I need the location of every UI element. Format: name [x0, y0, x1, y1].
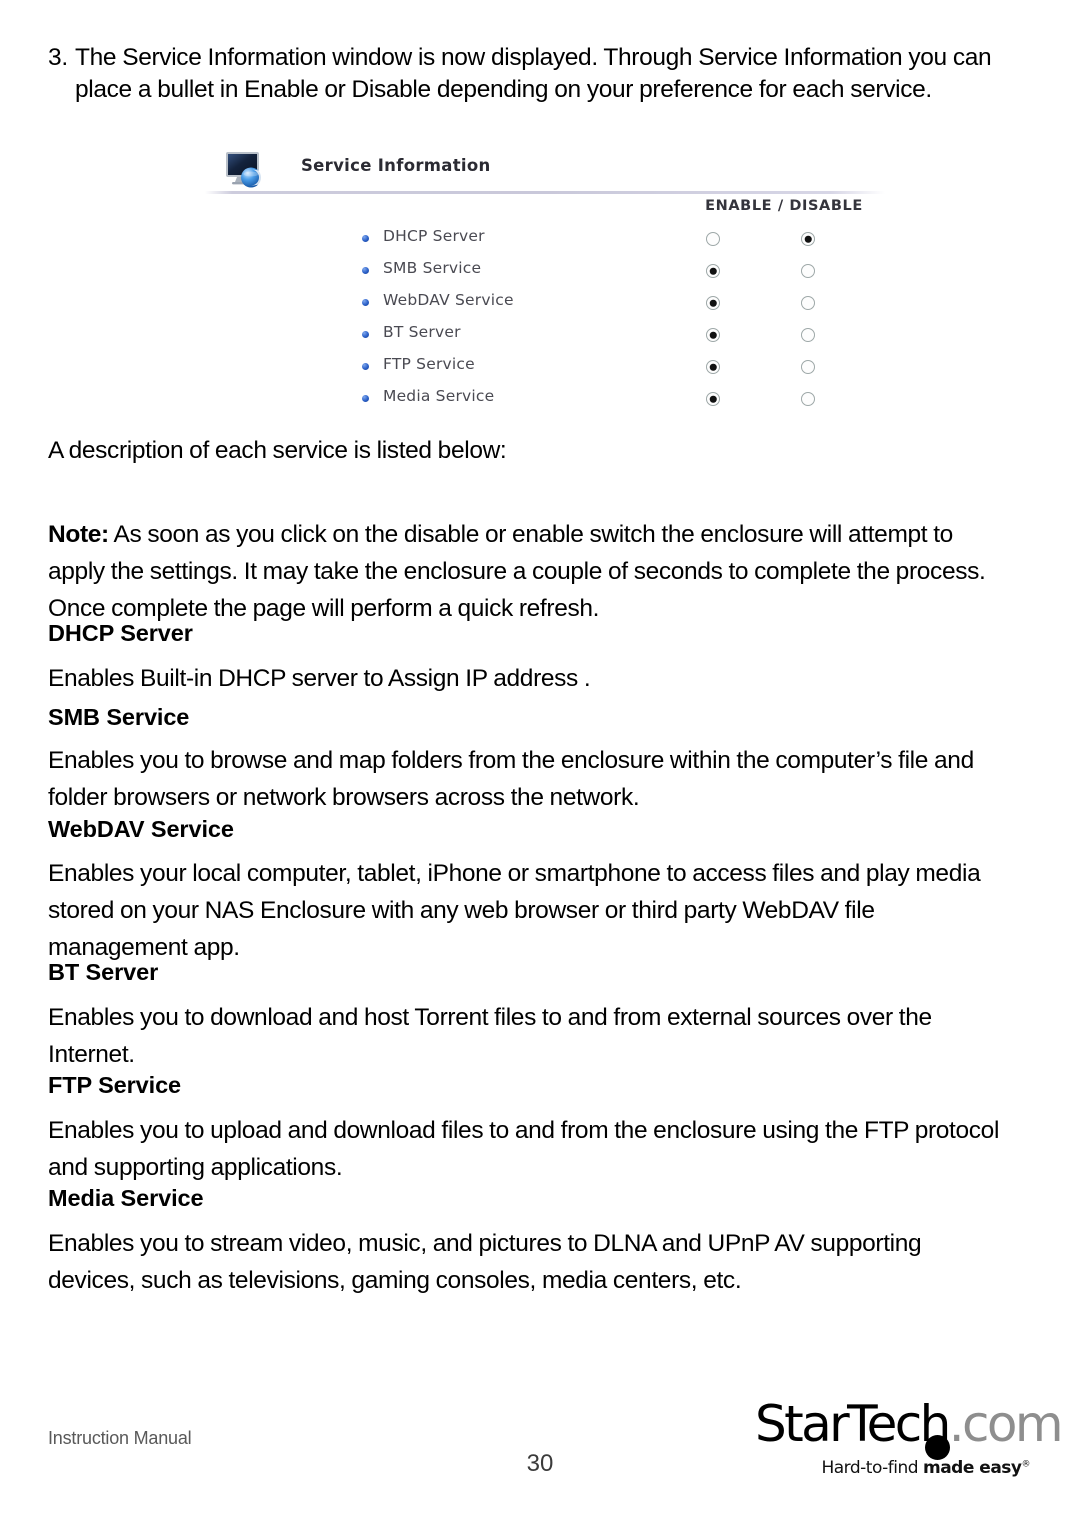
paragraph-media-service: Enables you to stream video, music, and … — [48, 1230, 922, 1294]
step-text: The Service Information window is now di… — [75, 44, 992, 103]
radio-enable-ftp-service[interactable] — [706, 360, 720, 374]
service-label: DHCP Server — [383, 227, 485, 245]
bullet-icon — [362, 235, 369, 242]
service-row: WebDAV Service — [205, 288, 885, 320]
paragraph-webdav-service: Enables your local computer, tablet, iPh… — [48, 860, 981, 961]
tagline-bold: made easy — [922, 1458, 1022, 1478]
paragraph-smb-service: Enables you to browse and map folders fr… — [48, 747, 974, 811]
radio-disable-media-service[interactable] — [801, 392, 815, 406]
heading-smb-service: SMB Service — [48, 704, 190, 730]
service-rows: DHCP Server SMB Service WebDAV Service B… — [205, 224, 885, 416]
heading-webdav-service: WebDAV Service — [48, 816, 234, 842]
service-row: FTP Service — [205, 352, 885, 384]
paragraph-bt-server: Enables you to download and host Torrent… — [48, 1004, 932, 1068]
note-label: Note: — [48, 521, 109, 548]
radio-enable-webdav-service[interactable] — [706, 296, 720, 310]
enable-disable-column-header: ENABLE / DISABLE — [705, 198, 863, 214]
service-row: Media Service — [205, 384, 885, 416]
radio-enable-dhcp-server[interactable] — [706, 232, 720, 246]
logo-brand: StarTech — [755, 1395, 951, 1453]
heading-ftp-service: FTP Service — [48, 1072, 182, 1098]
service-label: Media Service — [383, 387, 495, 405]
radio-enable-bt-server[interactable] — [706, 328, 720, 342]
step-number: 3. — [48, 44, 68, 71]
paragraph-dhcp-server: Enables Built-in DHCP server to Assign I… — [48, 665, 591, 692]
figure-divider — [205, 191, 885, 194]
note-paragraph: Note: As soon as you click on the disabl… — [48, 516, 1013, 627]
logo-tagline: Hard-to-find made easy® — [821, 1458, 1030, 1478]
figure-header: Service Information — [205, 148, 885, 194]
radio-enable-smb-service[interactable] — [706, 264, 720, 278]
bullet-icon — [362, 299, 369, 306]
radio-disable-dhcp-server[interactable] — [801, 232, 815, 246]
heading-media-service: Media Service — [48, 1185, 204, 1211]
figure-title: Service Information — [301, 156, 491, 175]
startech-logo: StarTech.com Hard-to-find made easy® — [755, 1396, 1064, 1484]
monitor-globe-icon — [224, 150, 268, 190]
paragraph-ftp-service: Enables you to upload and download files… — [48, 1117, 1000, 1181]
service-information-figure: Service Information ENABLE / DISABLE DHC… — [205, 148, 885, 414]
registered-mark-icon: ® — [1021, 1459, 1031, 1470]
bullet-icon — [362, 395, 369, 402]
service-label: FTP Service — [383, 355, 475, 373]
tagline-light: Hard-to-find — [821, 1458, 923, 1478]
service-row: BT Server — [205, 320, 885, 352]
service-label: BT Server — [383, 323, 461, 341]
radio-disable-webdav-service[interactable] — [801, 296, 815, 310]
heading-bt-server: BT Server — [48, 959, 159, 985]
service-row: SMB Service — [205, 256, 885, 288]
radio-disable-smb-service[interactable] — [801, 264, 815, 278]
service-label: WebDAV Service — [383, 291, 514, 309]
radio-disable-ftp-service[interactable] — [801, 360, 815, 374]
numbered-step: 3. The Service Information window is now… — [48, 42, 1013, 105]
manual-page: 3. The Service Information window is now… — [0, 0, 1080, 1522]
service-label: SMB Service — [383, 259, 482, 277]
logo-wordmark: StarTech.com — [755, 1395, 1064, 1453]
bullet-icon — [362, 363, 369, 370]
logo-suffix: .com — [948, 1395, 1064, 1453]
heading-dhcp-server: DHCP Server — [48, 620, 193, 646]
radio-disable-bt-server[interactable] — [801, 328, 815, 342]
bullet-icon — [362, 331, 369, 338]
lead-paragraph: A description of each service is listed … — [48, 437, 507, 464]
note-text: As soon as you click on the disable or e… — [48, 521, 986, 622]
service-row: DHCP Server — [205, 224, 885, 256]
logo-dot-icon — [925, 1435, 950, 1460]
bullet-icon — [362, 267, 369, 274]
footer-document-label: Instruction Manual — [48, 1428, 192, 1448]
radio-enable-media-service[interactable] — [706, 392, 720, 406]
